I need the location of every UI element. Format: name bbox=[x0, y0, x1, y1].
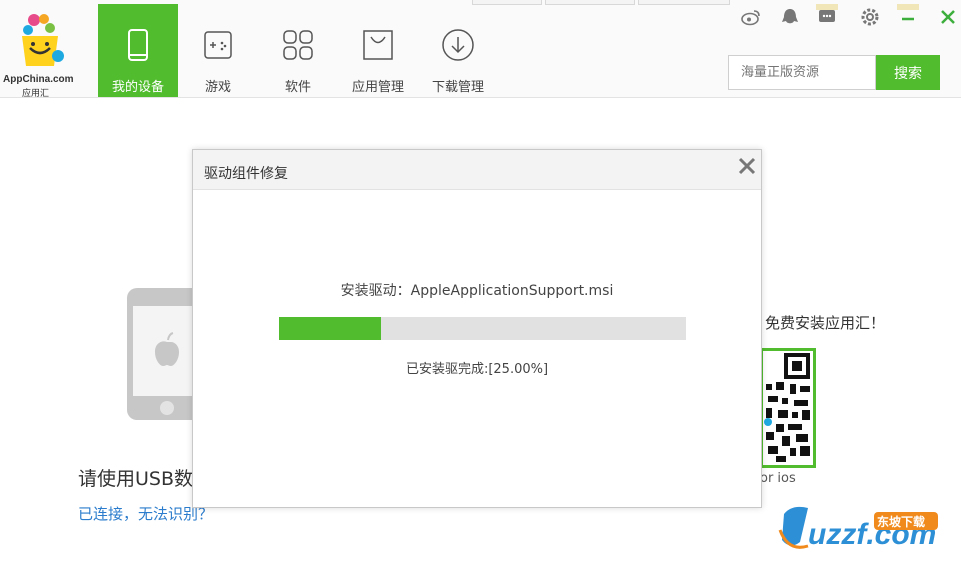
install-status-text: 安装驱动：AppleApplicationSupport.msi bbox=[340, 283, 614, 299]
dialog-header: 驱动组件修复 bbox=[193, 150, 761, 190]
progress-fill bbox=[279, 317, 381, 340]
logo-text: AppChina.com bbox=[3, 74, 74, 85]
connect-instruction: 请使用USB数 bbox=[78, 468, 192, 490]
apps-grid-icon bbox=[283, 30, 313, 60]
download-icon bbox=[442, 29, 474, 61]
progress-percent-text: 已安装驱完成:[25.00%] bbox=[405, 362, 549, 377]
nav-label: 我的设备 bbox=[111, 80, 164, 95]
search-button[interactable]: 搜索 bbox=[876, 55, 940, 90]
nav-my-device[interactable]: 我的设备 bbox=[98, 4, 178, 97]
dialog-close-icon[interactable] bbox=[736, 155, 758, 177]
nav-label: 软件 bbox=[284, 80, 311, 95]
top-toolbar: AppChina.com 应用汇 我的设备 游戏 软件 应用管理 下载管理 海量… bbox=[0, 0, 961, 99]
dialog-title: 驱动组件修复 bbox=[204, 166, 288, 182]
qr-caption: or ios bbox=[760, 471, 796, 486]
nav-software[interactable]: 软件 bbox=[258, 4, 338, 97]
settings-icon[interactable] bbox=[859, 6, 881, 28]
nav-download-manage[interactable]: 下载管理 bbox=[418, 4, 498, 97]
weibo-icon[interactable] bbox=[740, 6, 762, 28]
apple-icon bbox=[155, 341, 179, 366]
close-icon[interactable] bbox=[937, 6, 959, 28]
phone-icon bbox=[128, 29, 148, 61]
appchina-logo-icon bbox=[22, 14, 64, 66]
feedback-icon[interactable] bbox=[816, 4, 838, 26]
shopping-bag-icon bbox=[363, 30, 393, 60]
logo-subtext: 应用汇 bbox=[22, 89, 50, 99]
watermark-badge: 东坡下载 bbox=[877, 514, 925, 529]
nav-games[interactable]: 游戏 bbox=[178, 4, 258, 97]
install-progress-bar bbox=[279, 317, 686, 340]
free-install-text: 免费安装应用汇！ bbox=[765, 314, 886, 332]
nav-label: 游戏 bbox=[204, 80, 231, 95]
tab-stub bbox=[545, 0, 635, 5]
minimize-icon[interactable] bbox=[897, 4, 919, 26]
driver-repair-dialog: 驱动组件修复 安装驱动：AppleApplicationSupport.msi … bbox=[192, 149, 762, 508]
search-input[interactable] bbox=[728, 55, 876, 90]
nav-label: 下载管理 bbox=[431, 80, 484, 95]
nav-app-manage[interactable]: 应用管理 bbox=[338, 4, 418, 97]
tab-stub bbox=[638, 0, 730, 5]
nav-label: 应用管理 bbox=[351, 80, 404, 95]
gamepad-icon bbox=[204, 31, 232, 59]
app-logo[interactable]: AppChina.com 应用汇 bbox=[0, 10, 90, 99]
uzzf-watermark-logo: uzzf.com 东坡下载 bbox=[778, 506, 938, 551]
qr-code-image bbox=[760, 348, 816, 468]
qq-icon[interactable] bbox=[779, 6, 801, 28]
